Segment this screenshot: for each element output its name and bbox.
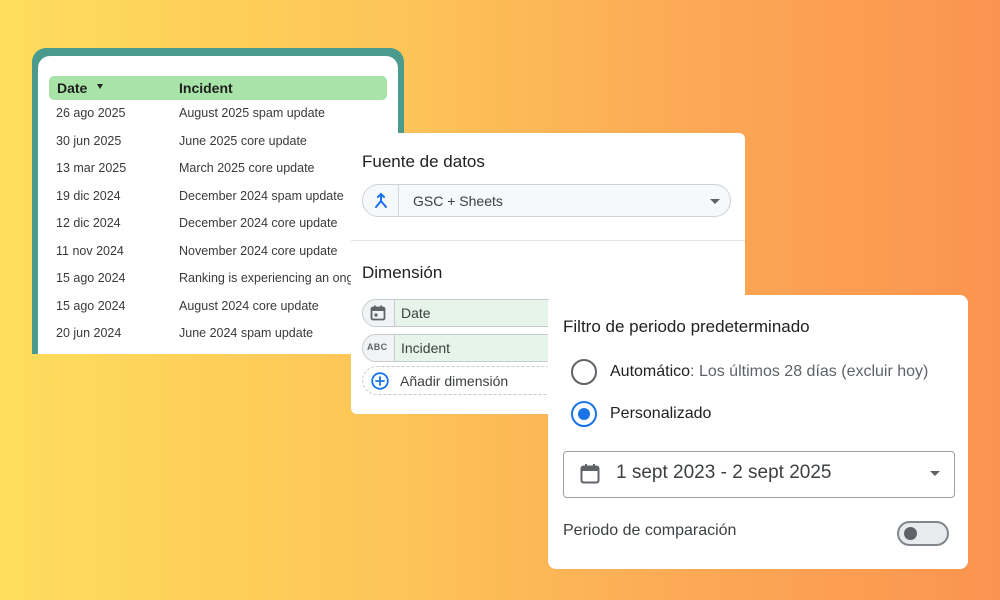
toggle-knob: [904, 527, 917, 540]
table-row: 12 dic 2024 December 2024 core update: [38, 213, 398, 241]
table-row: 15 ago 2024 Ranking is experiencing an on…: [38, 268, 398, 296]
column-header-date[interactable]: Date: [57, 80, 87, 96]
date-range-picker[interactable]: 1 sept 2023 - 2 sept 2025: [563, 451, 955, 498]
column-header-incident[interactable]: Incident: [179, 80, 233, 96]
add-circle-icon: [371, 372, 389, 390]
dimension-chip-date[interactable]: Date: [362, 299, 572, 327]
radio-automatic[interactable]: [571, 359, 597, 385]
cell-incident: December 2024 core update: [179, 216, 338, 230]
chevron-down-icon[interactable]: [930, 471, 940, 476]
dimension-label: Date: [401, 305, 431, 321]
cell-incident: December 2024 spam update: [179, 188, 344, 203]
cell-incident: November 2024 core update: [179, 243, 338, 258]
cell-incident: March 2025 core update: [179, 161, 315, 175]
table-row: 30 jun 2025 June 2025 core update: [38, 131, 398, 159]
sort-descending-icon[interactable]: [97, 84, 103, 89]
radio-custom[interactable]: [571, 401, 597, 427]
cell-incident: August 2025 spam update: [179, 106, 325, 120]
calendar-icon: [578, 462, 602, 486]
table-row: 13 mar 2025 March 2025 core update: [38, 158, 398, 186]
cell-date: 15 ago 2024: [56, 271, 126, 285]
cell-incident: August 2024 core update: [179, 298, 319, 313]
add-dimension-button[interactable]: Añadir dimensión: [362, 366, 572, 395]
cell-incident: June 2024 spam update: [179, 326, 314, 340]
incidents-table: Date Incident 26 ago 2025 August 2025 spa…: [38, 56, 398, 354]
table-row: 11 nov 2024 November 2024 core update: [38, 241, 398, 269]
date-range-value: 1 sept 2023 - 2 sept 2025: [616, 462, 832, 483]
date-filter-title: Filtro de periodo predeterminado: [563, 317, 810, 336]
table-row: 20 jun 2024 June 2024 spam update: [38, 323, 398, 351]
table-row: 26 ago 2025 August 2025 spam update: [38, 103, 398, 131]
cell-date: 26 ago 2025: [56, 106, 126, 120]
table-header: Date Incident: [49, 76, 387, 100]
text-type-icon: ABC: [367, 342, 388, 352]
comparison-toggle[interactable]: [897, 521, 949, 546]
date-filter-panel: Filtro de periodo predeterminado Automát…: [548, 295, 968, 569]
table-row: 15 ago 2024 August 2024 core update: [38, 296, 398, 324]
radio-custom-label[interactable]: Personalizado: [610, 405, 711, 423]
table-row: 19 dic 2024 December 2024 spam update: [38, 186, 398, 214]
cell-date: 12 dic 2024: [56, 216, 121, 230]
data-source-title: Fuente de datos: [362, 152, 485, 171]
comparison-label: Periodo de comparación: [563, 522, 737, 539]
chip-icon-box: ABC: [363, 335, 395, 361]
option-description: : Los últimos 28 días (excluir hoy): [690, 363, 929, 380]
option-label: Automático: [610, 363, 691, 380]
cell-date: 20 jun 2024: [56, 326, 122, 340]
cell-date: 30 jun 2025: [56, 133, 122, 148]
cell-incident: June 2025 core update: [179, 133, 307, 148]
radio-automatic-label[interactable]: Automático: Los últimos 28 días (excluir…: [610, 363, 928, 381]
calendar-icon: [369, 304, 387, 322]
cell-incident: Ranking is experiencing an ongoing issue: [179, 271, 353, 285]
divider: [351, 240, 745, 241]
cell-date: 13 mar 2025: [56, 161, 127, 175]
blend-icon: [372, 192, 390, 210]
radio-selected-dot: [578, 408, 590, 420]
cell-date: 15 ago 2024: [56, 298, 126, 313]
incidents-table-card: Date Incident 26 ago 2025 August 2025 spa…: [32, 48, 404, 354]
chip-icon-box: [363, 300, 395, 326]
chevron-down-icon[interactable]: [710, 199, 720, 204]
add-dimension-label: Añadir dimensión: [400, 373, 509, 389]
dimension-label: Incident: [401, 340, 451, 356]
dimension-chip-incident[interactable]: ABC Incident: [362, 334, 572, 362]
cell-date: 19 dic 2024: [56, 188, 121, 203]
data-source-select[interactable]: GSC + Sheets: [362, 184, 731, 217]
table-body: 26 ago 2025 August 2025 spam update 30 ju…: [38, 103, 398, 351]
cell-date: 11 nov 2024: [56, 243, 124, 258]
select-divider: [398, 185, 399, 216]
dimension-title: Dimensión: [362, 263, 443, 282]
data-source-value: GSC + Sheets: [413, 193, 503, 209]
